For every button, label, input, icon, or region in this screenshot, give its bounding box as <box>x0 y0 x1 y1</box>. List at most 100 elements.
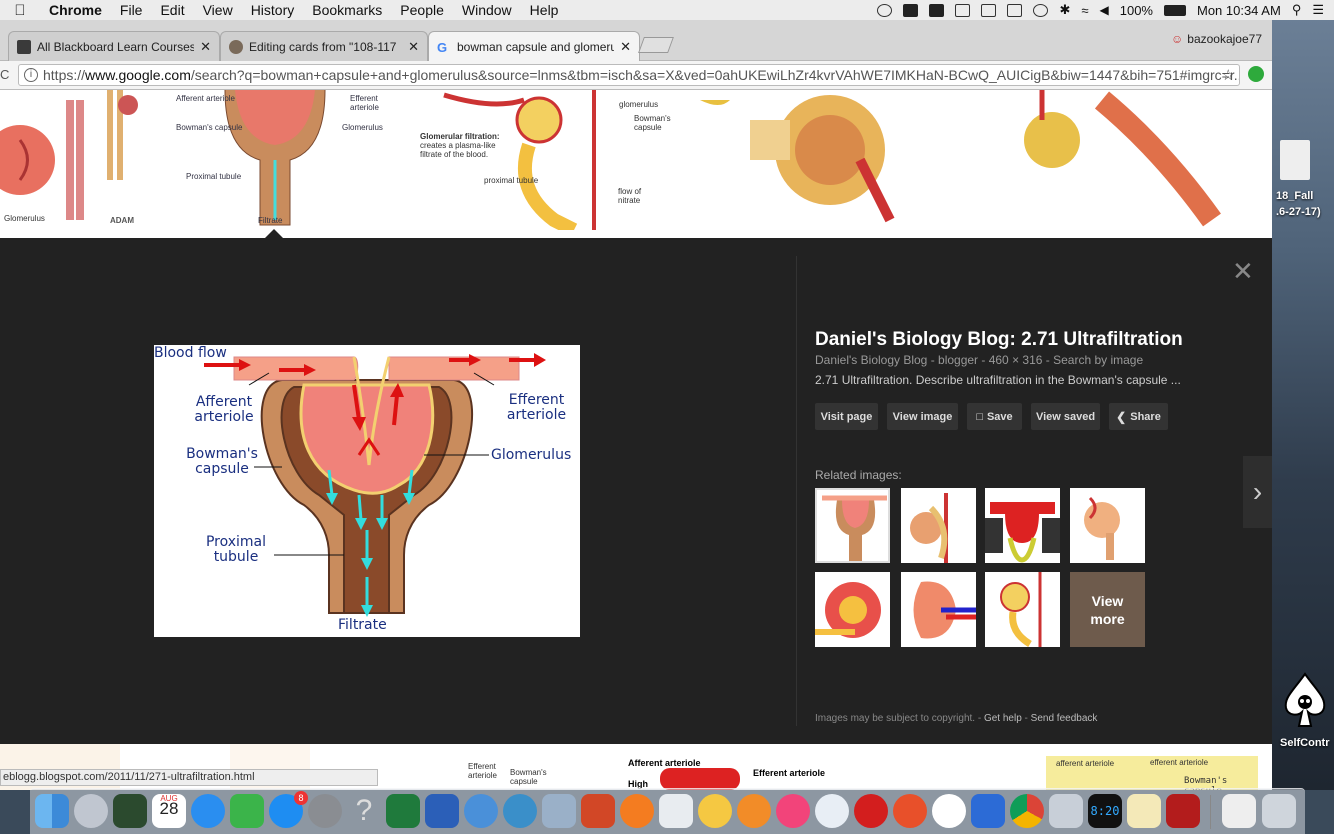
document-icon[interactable] <box>1222 794 1256 828</box>
related-image-4[interactable] <box>1070 488 1145 563</box>
view-saved-button[interactable]: View saved <box>1031 403 1100 430</box>
next-image-arrow-icon[interactable]: › <box>1243 456 1272 528</box>
chrome-icon[interactable] <box>1010 794 1044 828</box>
excel-icon[interactable] <box>386 794 420 828</box>
shield-icon[interactable] <box>981 3 997 17</box>
notification-center-icon[interactable]: ☰ <box>1312 2 1324 18</box>
acrobat-icon[interactable] <box>1166 794 1200 828</box>
preview-icon[interactable] <box>542 794 576 828</box>
tab-close-icon[interactable]: ✕ <box>620 39 631 55</box>
bottom-thumb-3[interactable]: Efferent arteriole Bowman's capsule <box>460 744 580 790</box>
tab-google-images[interactable]: G bowman capsule and glomerul ✕ <box>428 31 640 61</box>
dropbox-icon[interactable] <box>903 3 919 17</box>
share-button[interactable]: ❮ Share <box>1109 403 1168 430</box>
opera-icon[interactable] <box>854 794 888 828</box>
bottom-thumb-5[interactable]: afferent arteriole efferent arteriole Bo… <box>1046 756 1258 790</box>
menu-edit[interactable]: Edit <box>151 2 193 18</box>
new-tab-button[interactable] <box>638 37 674 53</box>
related-image-1[interactable] <box>815 488 890 563</box>
desktop-file-icon[interactable] <box>1280 140 1310 180</box>
calendar-icon[interactable]: AUG 28 <box>152 794 186 828</box>
itunes-icon[interactable] <box>776 794 810 828</box>
tab-close-icon[interactable]: ✕ <box>200 39 211 55</box>
image-title[interactable]: Daniel's Biology Blog: 2.71 Ultrafiltrat… <box>815 329 1183 351</box>
related-image-3[interactable] <box>985 488 1060 563</box>
battery-icon[interactable] <box>1163 4 1186 16</box>
result-thumb-filtration[interactable]: Glomerular filtration: creates a plasma-… <box>414 90 676 230</box>
menu-help[interactable]: Help <box>521 2 568 18</box>
firefox-dev-icon[interactable] <box>893 794 927 828</box>
help-icon[interactable]: ? <box>347 794 381 828</box>
time-machine-icon[interactable] <box>1033 3 1049 17</box>
site-info-icon[interactable]: i <box>24 68 38 82</box>
visit-page-button[interactable]: Visit page <box>815 403 878 430</box>
result-thumb-selected[interactable]: Afferent arteriole Efferent arteriole Bo… <box>170 90 395 230</box>
bluetooth-icon[interactable]: ✱ <box>1059 2 1070 18</box>
send-feedback-link[interactable]: Send feedback <box>1031 713 1098 724</box>
tab-blackboard[interactable]: All Blackboard Learn Courses - ✕ <box>8 31 220 61</box>
selfcontrol-icon[interactable] <box>1282 672 1328 728</box>
wifi-icon[interactable]: ≈ <box>1081 3 1088 18</box>
launchpad-icon[interactable] <box>74 794 108 828</box>
camera-icon[interactable] <box>929 3 945 17</box>
menu-window[interactable]: Window <box>453 2 521 18</box>
related-image-6[interactable] <box>901 572 976 647</box>
view-image-button[interactable]: View image <box>887 403 958 430</box>
selfcontrol-dock-icon[interactable] <box>932 794 966 828</box>
related-image-5[interactable] <box>815 572 890 647</box>
menu-bookmarks[interactable]: Bookmarks <box>303 2 391 18</box>
bottom-thumb-4[interactable]: Afferent arteriole High Efferent arterio… <box>620 744 870 790</box>
menu-app-name[interactable]: Chrome <box>40 2 111 18</box>
menu-history[interactable]: History <box>242 2 304 18</box>
powerpoint-icon[interactable] <box>581 794 615 828</box>
save-button[interactable]: □ Save <box>967 403 1022 430</box>
view-more-button[interactable]: View more <box>1070 572 1145 647</box>
app-store-icon[interactable]: 8 <box>269 791 308 828</box>
dictionary-icon[interactable] <box>815 794 849 828</box>
battery-percent[interactable]: 100% <box>1120 3 1153 18</box>
related-image-2[interactable] <box>901 488 976 563</box>
photos-icon[interactable] <box>698 794 732 828</box>
contacts-icon[interactable] <box>464 794 498 828</box>
tab-close-icon[interactable]: ✕ <box>408 39 419 55</box>
result-thumb-juxtaglomerular[interactable] <box>690 90 970 230</box>
bookmark-star-icon[interactable]: ☆ <box>1222 66 1235 84</box>
url-input[interactable]: i https://www.google.com/search?q=bowman… <box>18 64 1240 86</box>
clock-app-icon[interactable]: 8:20 <box>1088 794 1122 828</box>
ibooks-icon[interactable] <box>737 794 771 828</box>
spotlight-icon[interactable]: ⚲ <box>1292 2 1302 18</box>
close-panel-icon[interactable]: ✕ <box>1232 256 1254 287</box>
menu-people[interactable]: People <box>391 2 453 18</box>
facetime-icon[interactable] <box>230 794 264 828</box>
volume-icon[interactable]: ◀ <box>1100 3 1109 17</box>
extension-icon[interactable] <box>1248 66 1264 82</box>
menu-file[interactable]: File <box>111 2 152 18</box>
desktop-item-fall-label[interactable]: 18_Fall <box>1276 190 1313 202</box>
menu-view[interactable]: View <box>194 2 242 18</box>
network-icon[interactable] <box>503 794 537 828</box>
apple-icon[interactable]:  <box>0 2 40 19</box>
files-icon[interactable] <box>971 794 1005 828</box>
related-image-7[interactable] <box>985 572 1060 647</box>
system-preferences-icon[interactable] <box>308 794 342 828</box>
result-thumb-adam[interactable]: Glomerulus ADAM <box>0 90 150 230</box>
get-help-link[interactable]: Get help <box>984 713 1022 724</box>
finder-icon[interactable] <box>35 794 69 828</box>
clock[interactable]: Mon 10:34 AM <box>1197 3 1281 18</box>
trash-icon[interactable] <box>1262 794 1296 828</box>
preview-doc-icon[interactable] <box>659 794 693 828</box>
word-icon[interactable] <box>425 794 459 828</box>
textedit-icon[interactable] <box>1127 794 1161 828</box>
paintbrush-icon[interactable] <box>1049 794 1083 828</box>
messages-icon[interactable] <box>191 794 225 828</box>
activity-monitor-icon[interactable] <box>113 794 147 828</box>
tab-editing-cards[interactable]: Editing cards from "108-117 ✕ <box>220 31 428 61</box>
main-image[interactable]: Blood flow Afferent arteriole Efferent a… <box>154 345 580 637</box>
reload-icon[interactable]: C <box>0 67 9 82</box>
result-thumb-podocyte[interactable] <box>1012 90 1227 230</box>
profile-button[interactable]: ☺ bazookajoe77 <box>1171 32 1262 46</box>
airplay-icon[interactable] <box>1007 3 1023 17</box>
firefox-icon[interactable] <box>620 794 654 828</box>
dictation-icon[interactable] <box>877 3 893 17</box>
script-icon[interactable] <box>955 3 971 17</box>
